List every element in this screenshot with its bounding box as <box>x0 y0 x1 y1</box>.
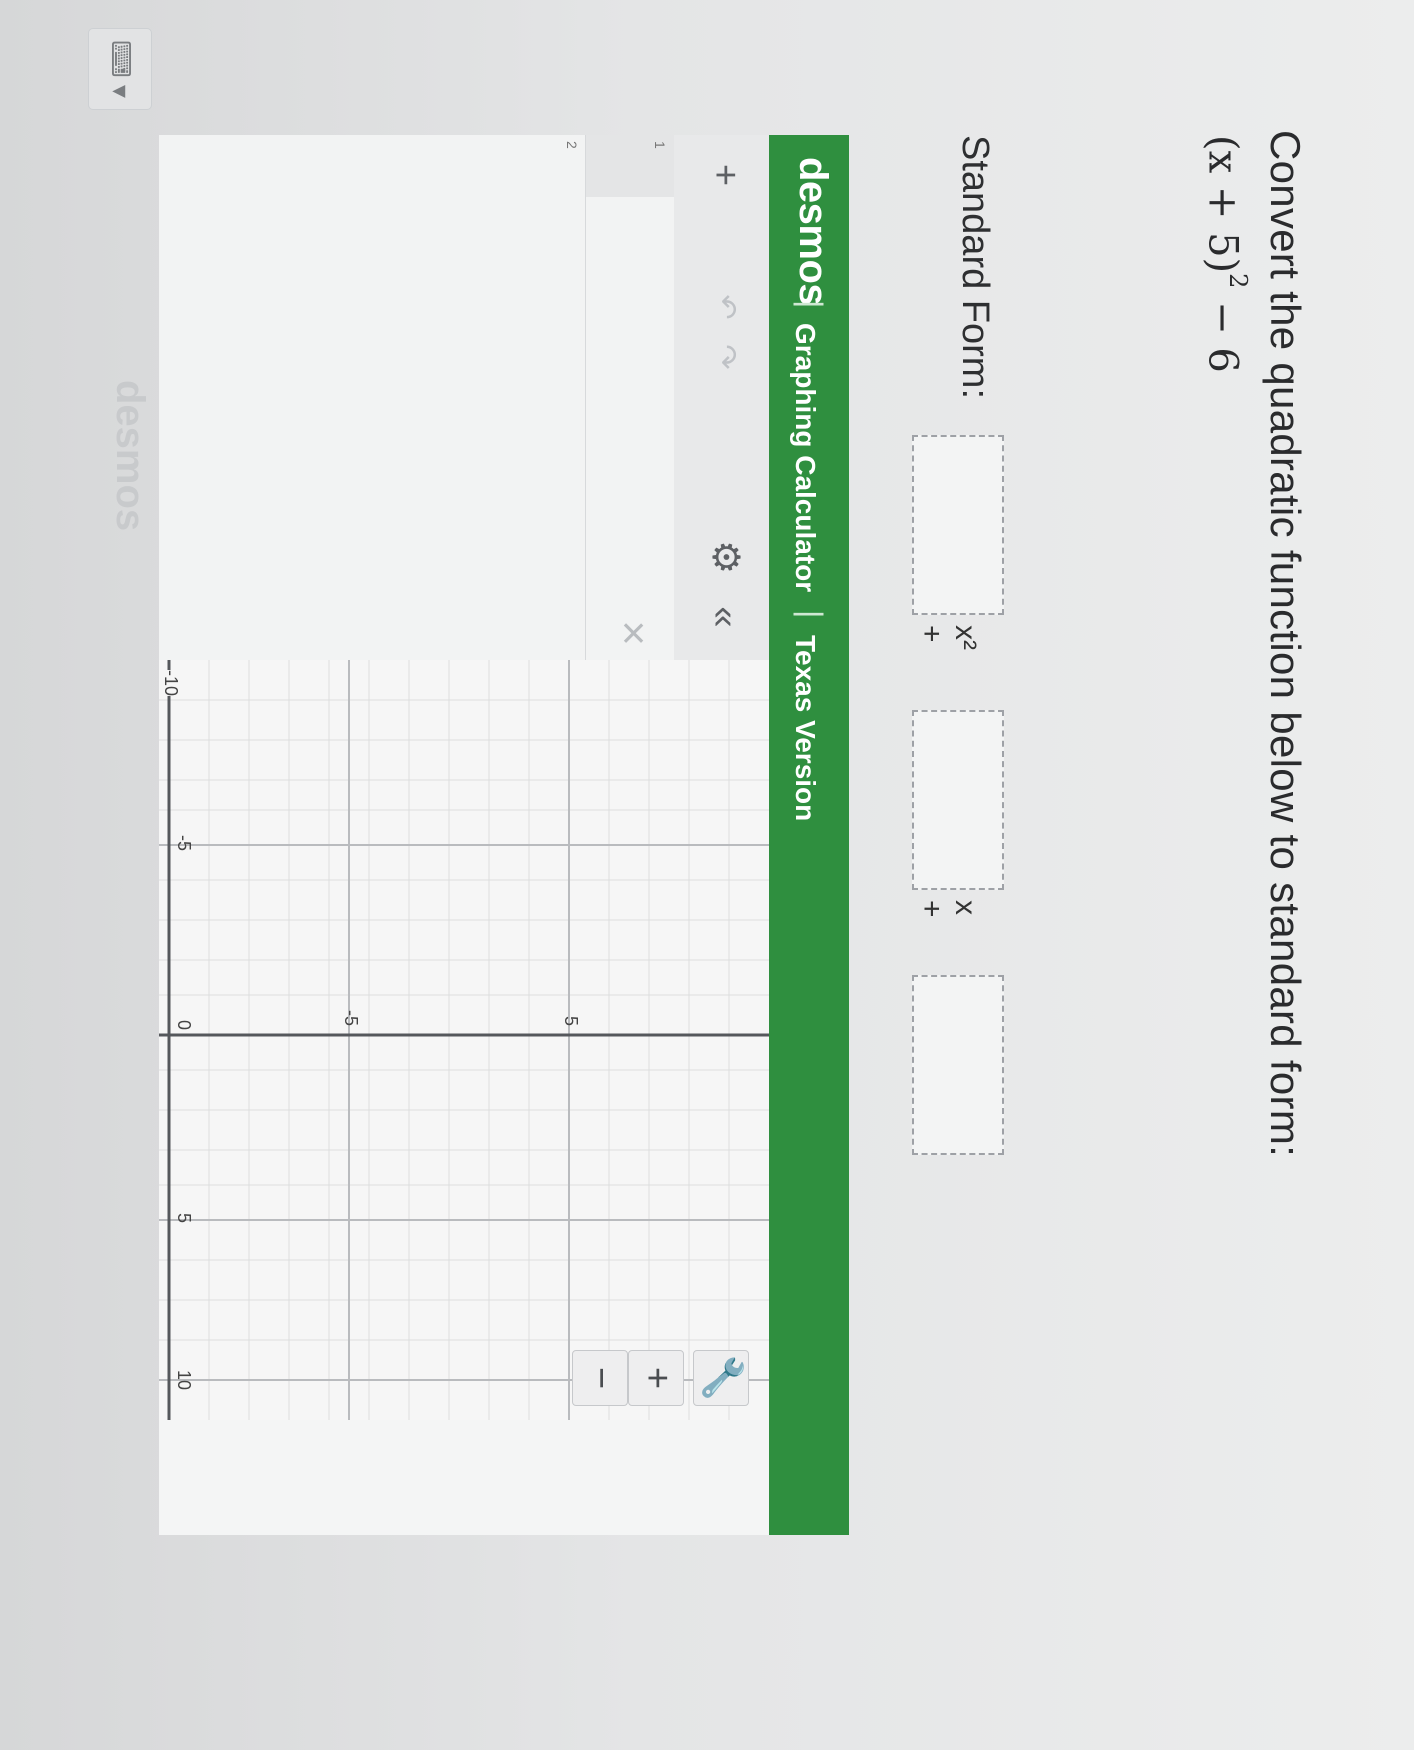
undo-button[interactable]: ↶ <box>703 285 747 329</box>
coefficient-a-input[interactable] <box>912 435 1004 615</box>
header-separator: | <box>793 610 829 619</box>
expression-tail: − 6 <box>1199 288 1246 373</box>
question-prompt: Convert the quadratic function below to … <box>1262 130 1309 1158</box>
delete-expression-icon[interactable]: × <box>608 620 658 646</box>
zoom-out-button[interactable]: − <box>572 1350 628 1406</box>
y-tick-label: 5 <box>561 1016 581 1027</box>
desmos-header: desmos | Graphing Calculator | Texas Ver… <box>769 135 849 1535</box>
expression-exponent: 2 <box>1224 273 1252 289</box>
graph-grid <box>159 660 769 1420</box>
page: Convert the quadratic function below to … <box>0 0 1414 1750</box>
x-tick-label: 10 <box>174 1370 194 1391</box>
desmos-calculator: desmos | Graphing Calculator | Texas Ver… <box>159 135 849 1535</box>
x-tick-label: -5 <box>174 835 194 852</box>
header-separator: | <box>793 300 829 309</box>
desmos-logo: desmos <box>791 157 835 306</box>
x-term-label: x + <box>915 900 982 918</box>
constant-c-input[interactable] <box>912 975 1004 1155</box>
zoom-in-button[interactable]: + <box>628 1350 684 1406</box>
x-tick-label: 5 <box>174 1213 194 1224</box>
settings-gear-icon[interactable]: ⚙ <box>703 535 747 579</box>
footer-desmos-logo: desmos <box>108 380 152 532</box>
expression-list: 1 × 2 <box>159 135 674 661</box>
redo-button[interactable]: ↷ <box>703 335 747 379</box>
header-title: Graphing Calculator <box>790 323 821 593</box>
keyboard-icon[interactable]: ⌨ ▾ <box>88 28 152 110</box>
x-squared-term-label: x² + <box>915 625 982 650</box>
standard-form-label: Standard Form: <box>954 135 996 399</box>
x-tick-label: 0 <box>174 1020 194 1031</box>
coefficient-b-input[interactable] <box>912 710 1004 890</box>
add-item-button[interactable]: + <box>703 153 747 197</box>
expression-index: 2 <box>564 141 580 149</box>
expression-row[interactable]: 1 × <box>585 135 674 660</box>
wrench-icon[interactable]: 🔧 <box>693 1350 749 1406</box>
graph-paper[interactable]: -10 -5 0 5 10 5 -5 🔧 + − <box>159 660 769 1420</box>
collapse-list-button[interactable]: « <box>703 595 747 639</box>
y-tick-label: -5 <box>341 1010 361 1027</box>
expression-base: (x + 5) <box>1199 135 1246 274</box>
expression-index: 1 <box>586 135 674 197</box>
expression-row[interactable]: 2 <box>498 135 586 660</box>
expression-toolbar: + ↶ ↷ ⚙ « <box>673 135 769 660</box>
vertex-form-expression: (x + 5)2 − 6 <box>1199 135 1252 373</box>
header-edition: Texas Version <box>790 635 821 822</box>
x-tick-label: -10 <box>160 670 181 697</box>
